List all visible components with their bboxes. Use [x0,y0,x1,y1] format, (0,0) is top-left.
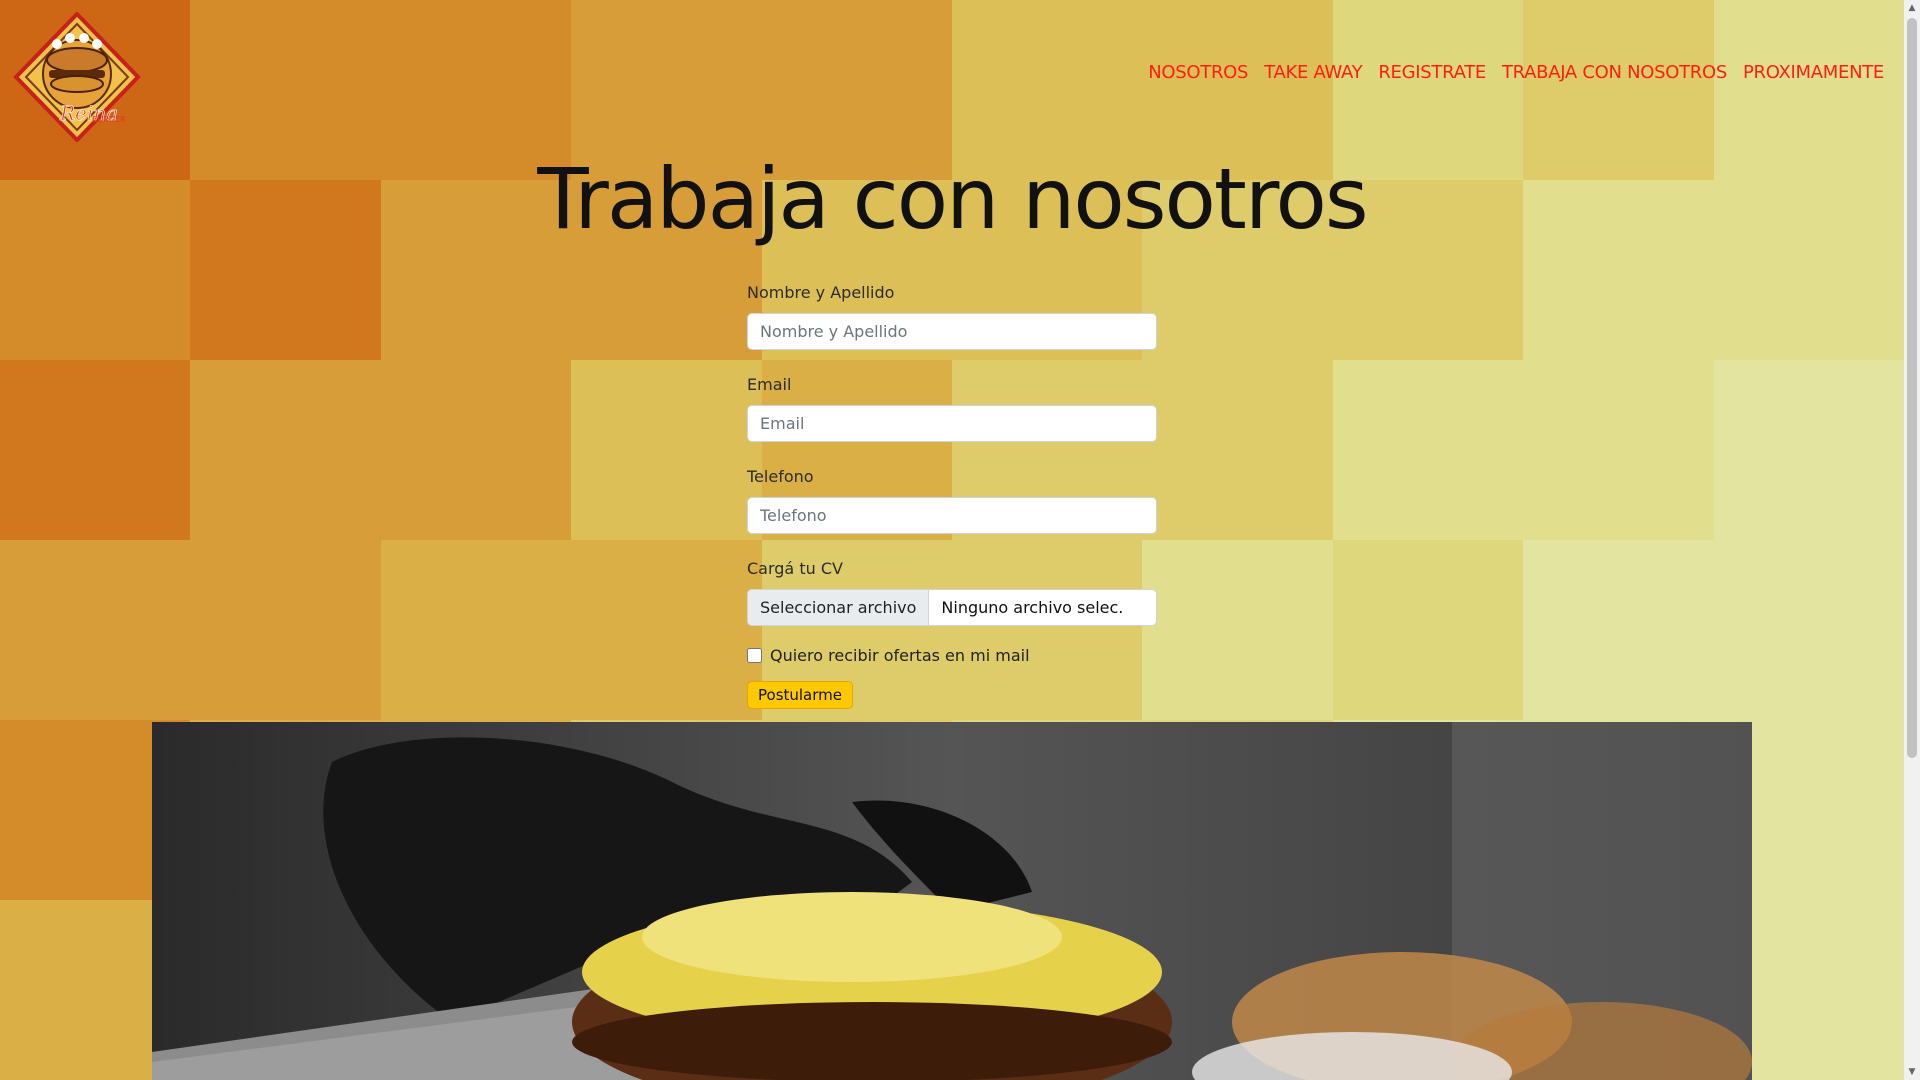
postularme-button[interactable]: Postularme [747,681,853,709]
burger-image [152,722,1752,1080]
nav-registrate[interactable]: REGISTRATE [1378,62,1486,83]
svg-text:BURGER: BURGER [92,115,126,124]
background-tile [190,540,381,720]
main-nav: NOSOTROS TAKE AWAY REGISTRATE TRABAJA CO… [1148,62,1884,83]
background-tile [1713,360,1904,540]
cv-label: Cargá tu CV [747,559,843,578]
background-tile [571,360,762,540]
select-file-button[interactable]: Seleccionar archivo [748,590,930,625]
burger-photo [152,722,1752,1080]
scrollbar-thumb[interactable] [1907,18,1917,758]
job-application-form: Nombre y Apellido Email Telefono Cargá t… [747,283,1157,709]
background-tile [380,540,572,720]
background-tile [380,360,572,540]
name-label: Nombre y Apellido [747,283,895,302]
brand-logo[interactable]: Reina BURGER [12,11,142,143]
nav-trabaja-con-nosotros[interactable]: TRABAJA CON NOSOTROS [1502,62,1727,83]
nav-proximamente[interactable]: PROXIMAMENTE [1743,62,1884,83]
background-tile [571,540,762,720]
background-tile [1523,540,1714,720]
nav-nosotros[interactable]: NOSOTROS [1148,62,1248,83]
page-scrollbar[interactable]: ▲ ▼ [1904,0,1920,1080]
cv-file-input[interactable]: Seleccionar archivo Ninguno archivo sele… [747,589,1157,626]
background-tile [1713,540,1904,720]
offers-checkbox[interactable] [747,648,762,663]
phone-label: Telefono [747,467,814,486]
background-tile [1332,540,1524,720]
nav-take-away[interactable]: TAKE AWAY [1264,62,1362,83]
offers-checkbox-label: Quiero recibir ofertas en mi mail [770,646,1030,665]
background-tile [1142,360,1333,540]
background-tile [190,360,381,540]
background-tile [1523,360,1714,540]
background-tile [1142,540,1333,720]
offers-checkbox-row: Quiero recibir ofertas en mi mail [747,646,1157,665]
email-input[interactable] [747,405,1157,442]
burger-logo-icon: Reina BURGER [13,11,141,143]
name-input[interactable] [747,313,1157,350]
selected-file-name: Ninguno archivo selec. [941,598,1124,617]
scroll-up-arrow-icon[interactable]: ▲ [1904,0,1920,16]
background-tile [1332,360,1524,540]
page-title: Trabaja con nosotros [537,150,1368,248]
scroll-down-arrow-icon[interactable]: ▼ [1904,1064,1920,1080]
phone-input[interactable] [747,497,1157,534]
email-label: Email [747,375,792,394]
background-tile [0,360,191,540]
background-tile [0,540,191,720]
